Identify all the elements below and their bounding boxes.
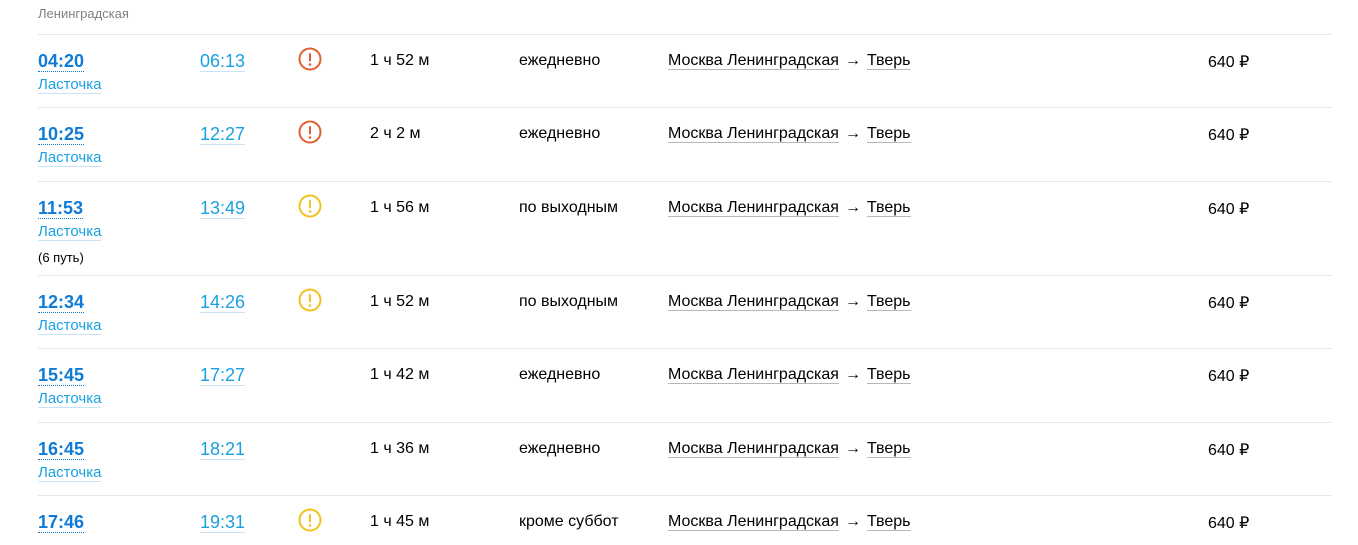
arrival-time-link[interactable]: 06:13 — [200, 51, 246, 72]
travel-duration: 1 ч 42 м — [370, 366, 430, 383]
route-to-station[interactable]: Тверь — [866, 125, 911, 143]
alert-icon[interactable] — [298, 120, 322, 144]
route-from-station[interactable]: Москва Ленинградская — [668, 125, 839, 143]
route-from-station[interactable]: Москва Ленинградская — [668, 52, 839, 70]
ticket-price: 640 ₽ — [1208, 368, 1250, 385]
route-from-station[interactable]: Москва Ленинградская — [668, 199, 839, 217]
departure-time-link[interactable]: 10:25 — [38, 124, 85, 145]
route-arrow: → — [844, 440, 861, 457]
route: Москва Ленинградская → Тверь — [668, 52, 911, 70]
route-to-station[interactable]: Тверь — [866, 366, 911, 384]
travel-duration: 1 ч 45 м — [370, 513, 430, 530]
schedule-days: кроме суббот — [519, 513, 619, 530]
ticket-price: 640 ₽ — [1208, 515, 1250, 532]
train-name-link[interactable]: Ласточка — [38, 317, 102, 335]
route: Москва Ленинградская → Тверь — [668, 125, 911, 143]
arrival-time-link[interactable]: 19:31 — [200, 512, 246, 533]
route-to-station[interactable]: Тверь — [866, 513, 911, 531]
platform-info: (6 путь) — [38, 250, 84, 265]
arrival-time-link[interactable]: 17:27 — [200, 365, 246, 386]
travel-duration: 1 ч 56 м — [370, 199, 430, 216]
route-arrow: → — [844, 125, 861, 142]
schedule-days: ежедневно — [519, 440, 601, 457]
alert-icon[interactable] — [298, 47, 322, 71]
route-to-station[interactable]: Тверь — [866, 52, 911, 70]
schedule-days: ежедневно — [519, 52, 601, 69]
departure-time-link[interactable]: 17:46 — [38, 512, 85, 533]
departure-time-link[interactable]: 04:20 — [38, 51, 85, 72]
route: Москва Ленинградская → Тверь — [668, 440, 911, 458]
schedule-row: 15:45 Ласточка 17:27 1 ч 42 м ежедневно … — [38, 348, 1332, 422]
route-from-station[interactable]: Москва Ленинградская — [668, 293, 839, 311]
arrival-time-link[interactable]: 12:27 — [200, 124, 246, 145]
ticket-price: 640 ₽ — [1208, 442, 1250, 459]
ticket-price: 640 ₽ — [1208, 295, 1250, 312]
route-from-station[interactable]: Москва Ленинградская — [668, 366, 839, 384]
schedule-days: ежедневно — [519, 125, 601, 142]
schedule-row: 11:53 Ласточка (6 путь) 13:49 1 ч 56 м п… — [38, 181, 1332, 275]
train-name-link[interactable]: Ласточка — [38, 149, 102, 167]
travel-duration: 1 ч 36 м — [370, 440, 430, 457]
ticket-price: 640 ₽ — [1208, 127, 1250, 144]
travel-duration: 2 ч 2 м — [370, 125, 421, 142]
schedule-days: по выходным — [519, 293, 619, 310]
alert-icon[interactable] — [298, 194, 322, 218]
route-to-station[interactable]: Тверь — [866, 199, 911, 217]
departure-time-link[interactable]: 16:45 — [38, 439, 85, 460]
schedule-row: 12:34 Ласточка 14:26 1 ч 52 м по выходны… — [38, 275, 1332, 348]
route: Москва Ленинградская → Тверь — [668, 199, 911, 217]
route: Москва Ленинградская → Тверь — [668, 513, 911, 531]
departure-time-link[interactable]: 12:34 — [38, 292, 85, 313]
route-arrow: → — [844, 366, 861, 383]
schedule-row: 10:25 Ласточка 12:27 2 ч 2 м ежедневно М… — [38, 107, 1332, 181]
schedule-row: 04:20 Ласточка 06:13 1 ч 52 м ежедневно … — [38, 34, 1332, 107]
route-arrow: → — [844, 52, 861, 69]
route-arrow: → — [844, 513, 861, 530]
route-from-station[interactable]: Москва Ленинградская — [668, 513, 839, 531]
train-name-link[interactable]: Ласточка — [38, 390, 102, 408]
arrival-time-link[interactable]: 13:49 — [200, 198, 246, 219]
schedule-list: 04:20 Ласточка 06:13 1 ч 52 м ежедневно … — [38, 34, 1332, 545]
arrival-time-link[interactable]: 18:21 — [200, 439, 246, 460]
route-arrow: → — [844, 293, 861, 310]
train-name-link[interactable]: Ласточка — [38, 223, 102, 241]
ticket-price: 640 ₽ — [1208, 54, 1250, 71]
departure-time-link[interactable]: 11:53 — [38, 198, 84, 219]
alert-icon[interactable] — [298, 508, 322, 532]
travel-duration: 1 ч 52 м — [370, 52, 430, 69]
train-name-link[interactable]: Ласточка — [38, 464, 102, 482]
route: Москва Ленинградская → Тверь — [668, 366, 911, 384]
schedule-days: по выходным — [519, 199, 619, 216]
travel-duration: 1 ч 52 м — [370, 293, 430, 310]
schedule-days: ежедневно — [519, 366, 601, 383]
arrival-time-link[interactable]: 14:26 — [200, 292, 246, 313]
route-to-station[interactable]: Тверь — [866, 293, 911, 311]
route-to-station[interactable]: Тверь — [866, 440, 911, 458]
train-name-link[interactable]: Ласточка — [38, 76, 102, 94]
schedule-row: 16:45 Ласточка 18:21 1 ч 36 м ежедневно … — [38, 422, 1332, 495]
ticket-price: 640 ₽ — [1208, 201, 1250, 218]
departure-time-link[interactable]: 15:45 — [38, 365, 85, 386]
route-from-station[interactable]: Москва Ленинградская — [668, 440, 839, 458]
alert-icon[interactable] — [298, 288, 322, 312]
route: Москва Ленинградская → Тверь — [668, 293, 911, 311]
departure-station-label: Ленинградская — [38, 6, 129, 21]
route-arrow: → — [844, 199, 861, 216]
